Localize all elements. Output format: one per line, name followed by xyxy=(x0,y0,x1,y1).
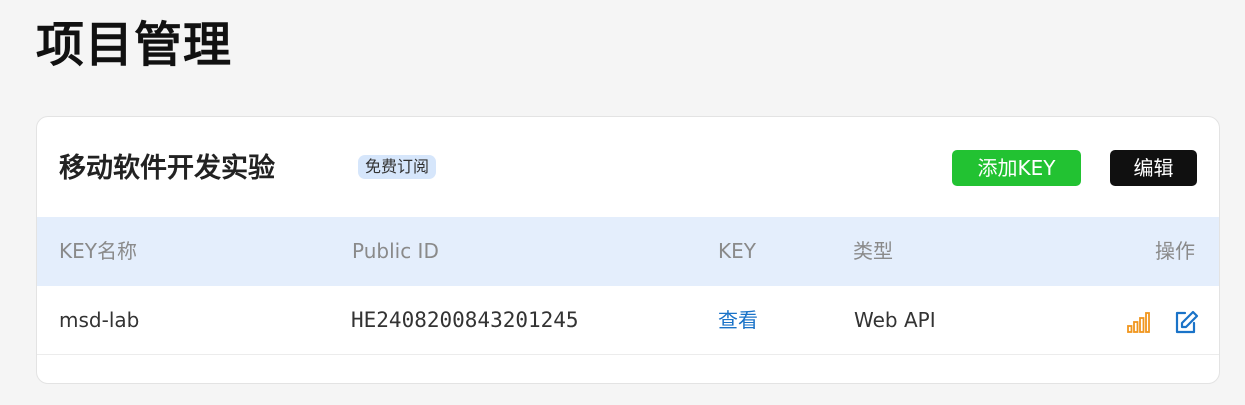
edit-project-button[interactable]: 编辑 xyxy=(1110,150,1197,186)
subscription-badge: 免费订阅 xyxy=(358,155,437,179)
project-name: 移动软件开发实验 xyxy=(59,153,275,184)
column-header-type: 类型 xyxy=(853,239,893,263)
column-header-key-name: KEY名称 xyxy=(59,239,137,263)
view-key-link[interactable]: 查看 xyxy=(718,286,758,355)
table-row: msd-lab HE2408200843201245 查看 Web API xyxy=(37,286,1219,355)
type-cell: Web API xyxy=(854,308,936,332)
bar-chart-icon[interactable] xyxy=(1125,309,1151,335)
project-card: 移动软件开发实验 免费订阅 添加KEY 编辑 KEY名称 Public ID K… xyxy=(36,116,1220,384)
column-header-key: KEY xyxy=(718,239,756,263)
add-key-button[interactable]: 添加KEY xyxy=(952,150,1081,186)
public-id-cell: HE2408200843201245 xyxy=(351,308,579,332)
page-title: 项目管理 xyxy=(36,17,233,73)
column-header-public-id: Public ID xyxy=(352,239,439,263)
edit-icon[interactable] xyxy=(1173,309,1199,335)
table-header: KEY名称 Public ID KEY 类型 操作 xyxy=(37,217,1219,286)
key-name-cell: msd-lab xyxy=(59,308,140,332)
column-header-actions: 操作 xyxy=(1155,239,1195,263)
